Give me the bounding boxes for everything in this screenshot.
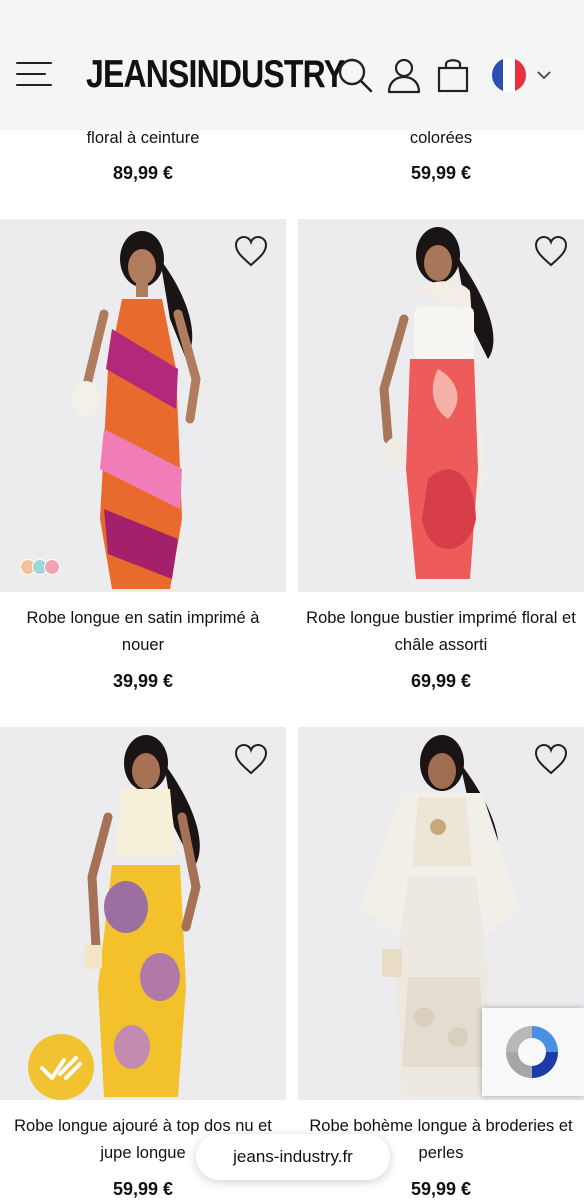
- product-price: 89,99 €: [112, 163, 174, 183]
- account-icon[interactable]: [385, 56, 423, 94]
- site-logo[interactable]: JEANSINDUSTRY: [86, 50, 345, 100]
- chevron-down-icon: [537, 71, 551, 80]
- product-title[interactable]: Robe longue bustier imprimé floral et ch…: [298, 605, 584, 659]
- product-image[interactable]: [0, 219, 286, 592]
- menu-icon[interactable]: [16, 60, 54, 90]
- product-image[interactable]: [298, 219, 584, 592]
- color-swatches: [20, 559, 60, 575]
- france-flag-icon: [492, 58, 526, 92]
- product-price: 59,99 €: [410, 163, 472, 183]
- wishlist-heart-icon[interactable]: [534, 235, 568, 269]
- reviews-badge-icon[interactable]: [28, 1034, 94, 1100]
- browser-url-bar[interactable]: jeans-industry.fr: [196, 1134, 390, 1180]
- wishlist-heart-icon[interactable]: [234, 743, 268, 777]
- product-card[interactable]: Robe bohème longue à broderies et perles…: [298, 727, 584, 1200]
- wishlist-heart-icon[interactable]: [234, 235, 268, 269]
- search-icon[interactable]: [336, 56, 374, 94]
- product-card[interactable]: Robe longue bustier imprimé floral et ch…: [298, 219, 584, 699]
- recaptcha-icon[interactable]: [482, 1008, 584, 1096]
- product-price: 69,99 €: [410, 671, 472, 691]
- cart-icon[interactable]: [434, 56, 472, 94]
- color-swatch[interactable]: [44, 559, 60, 575]
- product-card[interactable]: Robe longue ajouré à top dos nu et jupe …: [0, 727, 286, 1200]
- product-card[interactable]: Robe longue en satin imprimé à nouer 39,…: [0, 219, 286, 699]
- language-selector[interactable]: [490, 58, 556, 92]
- product-price: 59,99 €: [112, 1179, 174, 1199]
- product-price: 59,99 €: [410, 1179, 472, 1199]
- product-title[interactable]: Robe longue en satin imprimé à nouer: [0, 605, 286, 659]
- product-price: 39,99 €: [112, 671, 174, 691]
- wishlist-heart-icon[interactable]: [534, 743, 568, 777]
- site-header: JEANSINDUSTRY: [0, 0, 584, 130]
